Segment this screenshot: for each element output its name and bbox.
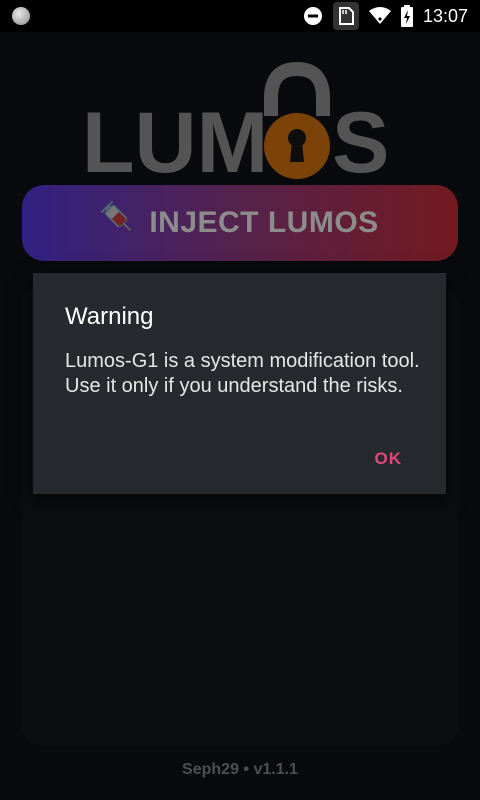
battery-icon [400,5,413,27]
sd-card-icon [332,2,359,30]
status-icons: 13:07 [303,0,468,32]
notification-dot-icon [12,7,30,25]
dialog-title: Warning [65,303,154,330]
dnd-icon [303,7,322,25]
ok-button[interactable]: OK [375,449,403,469]
status-bar: 13:07 [0,0,480,32]
clock: 13:07 [422,5,468,26]
dialog-message: Lumos-G1 is a system modification tool. … [65,350,420,397]
warning-dialog: Warning Lumos-G1 is a system modificatio… [33,273,446,494]
wifi-icon [368,7,391,24]
